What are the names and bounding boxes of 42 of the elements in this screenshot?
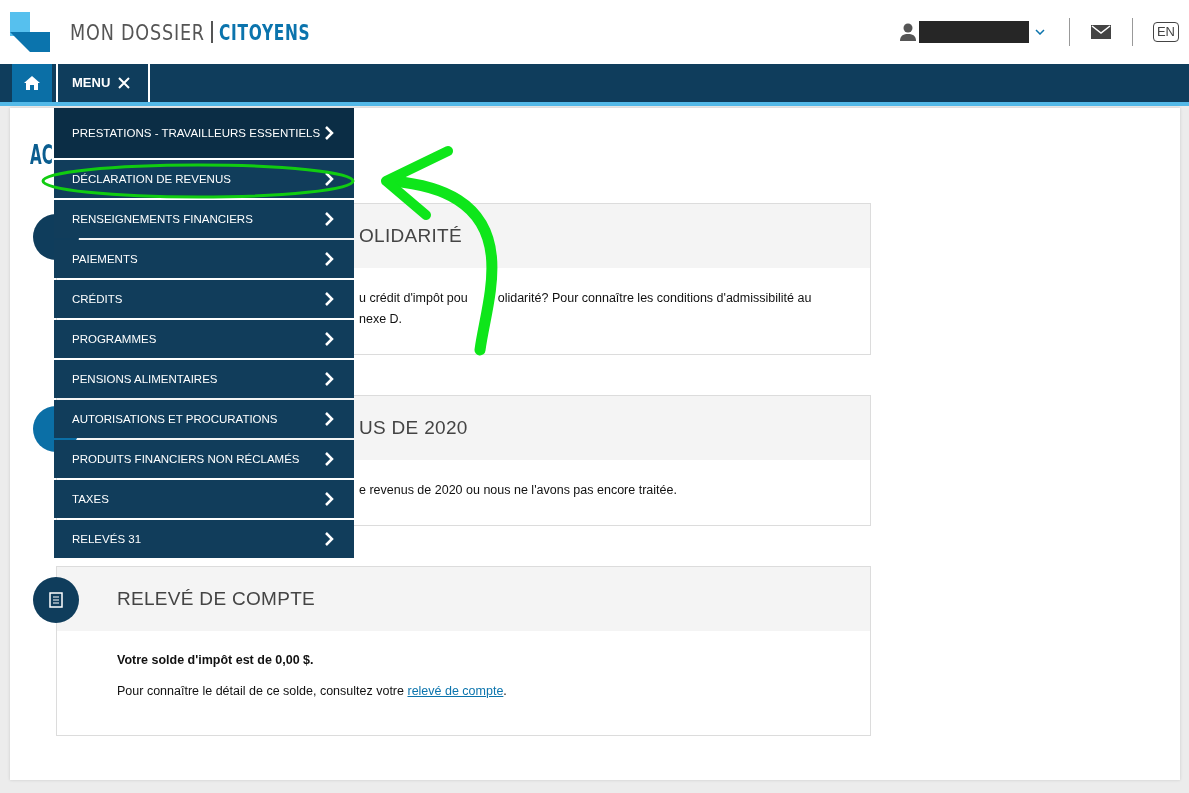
balance-text: Votre solde d'impôt est de 0,00 $. xyxy=(117,652,315,669)
home-button[interactable] xyxy=(12,64,52,102)
mail-icon[interactable] xyxy=(1090,25,1111,39)
card-text: Pour connaître le détail de ce solde, consultez votre relevé de compte. xyxy=(117,682,508,700)
menu-item[interactable]: PROGRAMMES xyxy=(54,320,354,358)
card-text: e revenus de 2020 ou nous ne l'avons pas encore traitée. xyxy=(359,482,677,499)
card-title: OLIDARITÉ xyxy=(359,223,462,248)
chevron-right-icon xyxy=(324,412,334,426)
chevron-right-icon xyxy=(324,172,334,186)
chevron-right-icon xyxy=(324,452,334,466)
card-text: u crédit d'impôt pou xyxy=(359,290,468,307)
language-button[interactable]: EN xyxy=(1152,22,1179,42)
menu-item[interactable]: AUTORISATIONS ET PROCURATIONS xyxy=(54,400,354,438)
brand-name: MON DOSSIER xyxy=(70,18,205,47)
close-icon[interactable] xyxy=(118,77,131,89)
home-icon xyxy=(24,76,40,90)
chevron-right-icon xyxy=(324,492,334,506)
menu-item[interactable]: PENSIONS ALIMENTAIRES xyxy=(54,360,354,398)
menu-item[interactable]: PRESTATIONS - TRAVAILLEURS ESSENTIELS xyxy=(54,108,354,158)
chevron-right-icon xyxy=(324,332,334,346)
brand-section: CITOYENS xyxy=(218,15,310,49)
menu-item[interactable]: CRÉDITS xyxy=(54,280,354,318)
menu-item[interactable]: RENSEIGNEMENTS FINANCIERS xyxy=(54,200,354,238)
logo-icon xyxy=(10,12,50,52)
chevron-right-icon xyxy=(324,212,334,226)
user-icon[interactable] xyxy=(899,23,916,41)
page-title: AC xyxy=(30,139,53,172)
card-title: RELEVÉ DE COMPTE xyxy=(117,586,315,611)
chevron-right-icon xyxy=(324,372,334,386)
chevron-right-icon xyxy=(324,252,334,266)
menu-item[interactable]: RELEVÉS 31 xyxy=(54,520,354,558)
menu-button[interactable]: MENU xyxy=(56,64,150,102)
menu-item[interactable]: PRODUITS FINANCIERS NON RÉCLAMÉS xyxy=(54,440,354,478)
caret-icon[interactable] xyxy=(1034,29,1045,35)
card-text: nexe D. xyxy=(359,311,403,328)
chevron-right-icon xyxy=(324,292,334,306)
card-text: olidarité? Pour connaître les conditions d'admissibilité au xyxy=(497,290,812,307)
chevron-right-icon xyxy=(324,532,334,546)
chevron-right-icon xyxy=(324,126,334,140)
card-title: US DE 2020 xyxy=(359,415,468,440)
menu-item[interactable]: PAIEMENTS xyxy=(54,240,354,278)
menu-item[interactable]: TAXES xyxy=(54,480,354,518)
